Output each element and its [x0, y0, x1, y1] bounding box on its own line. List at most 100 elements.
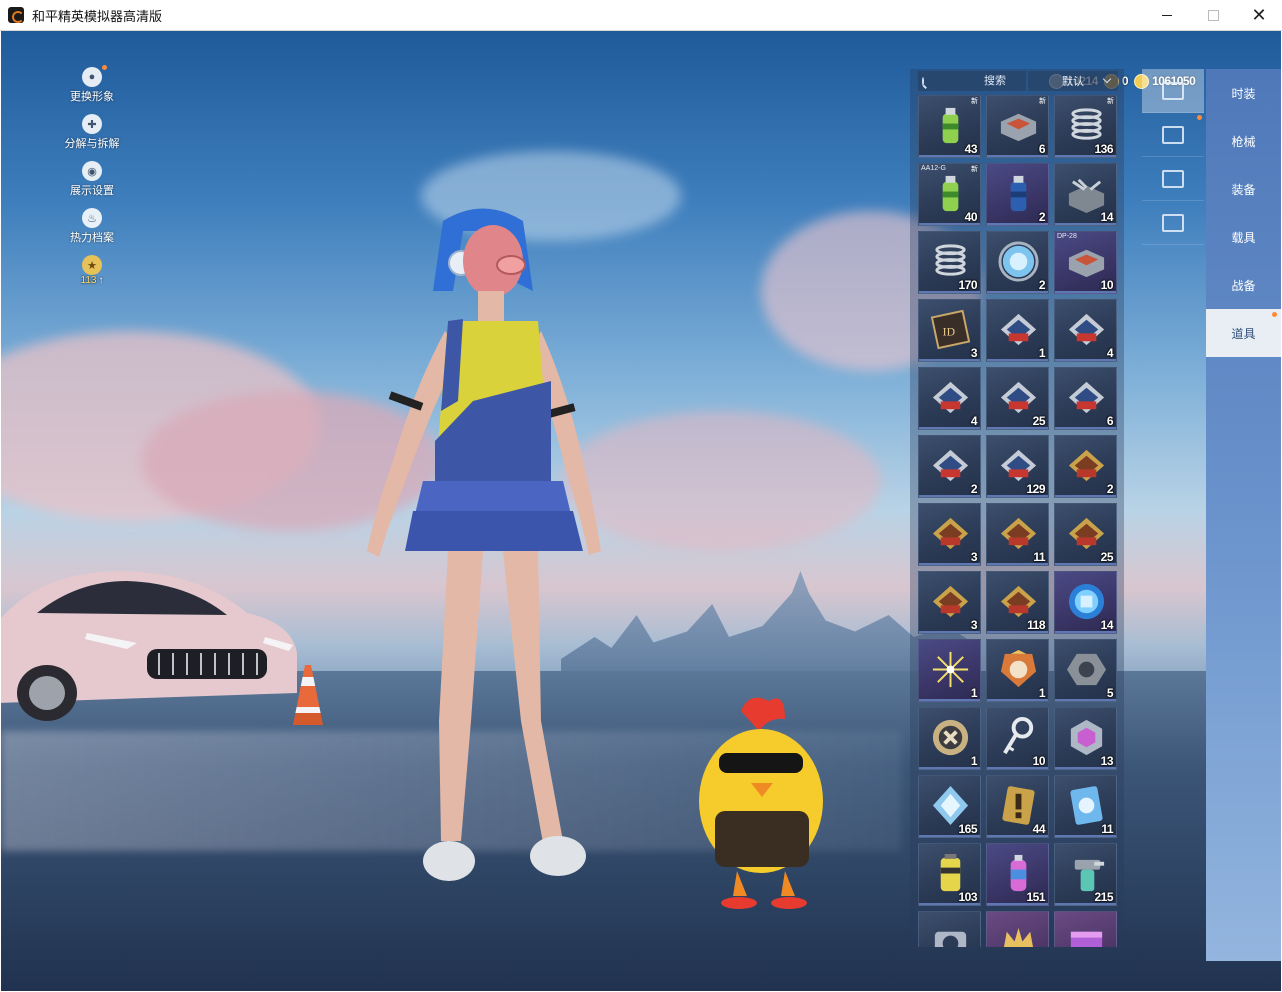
ticket-red-icon — [1000, 381, 1037, 414]
inventory-slot[interactable]: 4 — [1054, 299, 1117, 362]
inventory-slot[interactable]: 44 — [986, 775, 1049, 838]
inventory-slot[interactable]: 25 — [1054, 503, 1117, 566]
item-count: 3 — [970, 618, 978, 632]
notification-dot — [1197, 115, 1202, 120]
new-tag: 新 — [1107, 98, 1114, 105]
inventory-slot[interactable]: 1 — [986, 299, 1049, 362]
inventory-slot[interactable]: 2 — [1054, 435, 1117, 498]
puzzle-icon: ✚ — [82, 114, 102, 134]
spring-icon — [1071, 108, 1102, 140]
display-settings-item[interactable]: ◉ 展示设置 — [57, 161, 127, 198]
minimize-button[interactable] — [1144, 0, 1190, 31]
heat-profile-item[interactable]: ♨ 热力档案 — [57, 208, 127, 245]
inventory-slot[interactable]: 10 — [986, 707, 1049, 770]
chevron-down-icon — [1102, 74, 1112, 84]
inventory-slot[interactable]: 2 — [918, 435, 981, 498]
inventory-slot[interactable]: 4 — [918, 367, 981, 430]
crate-icon — [1000, 113, 1037, 142]
inventory-slot[interactable]: 11 — [986, 503, 1049, 566]
category-item[interactable]: 载具 — [1206, 213, 1281, 261]
level-row: 113 ↑ — [81, 275, 104, 286]
category-item[interactable]: 装备 — [1206, 165, 1281, 213]
inventory-slot[interactable]: 2 — [986, 231, 1049, 294]
inventory-slot[interactable]: 2 — [986, 163, 1049, 226]
level-badge[interactable]: ★ 113 ↑ — [57, 255, 127, 286]
item-count: 136 — [1094, 142, 1113, 156]
inventory-tab[interactable] — [1142, 157, 1204, 201]
inventory-slot[interactable]: 11 — [1054, 775, 1117, 838]
inventory-grid: 新 43 新 6 新 136 新 AA12-G 40 2 14 170 2 DP-28 10 ID 3 1 4 4 25… — [918, 95, 1124, 947]
app-icon — [8, 7, 24, 23]
inventory-slot[interactable]: 1 — [918, 707, 981, 770]
ticket-gold-icon — [1000, 517, 1037, 550]
inventory-slot[interactable]: 13 — [1054, 707, 1117, 770]
inventory-slot[interactable]: DP-28 10 — [1054, 231, 1117, 294]
inventory-slot[interactable] — [918, 911, 981, 947]
disassemble-item[interactable]: ✚ 分解与拆解 — [57, 114, 127, 151]
spring-icon — [935, 244, 966, 276]
id-card-icon: ID — [930, 309, 971, 350]
inventory-tab[interactable] — [1142, 201, 1204, 245]
inventory-tab[interactable] — [1142, 113, 1204, 157]
inventory-slot[interactable]: 129 — [986, 435, 1049, 498]
exclaim-card-icon — [1002, 786, 1035, 825]
inventory-slot[interactable]: 14 — [1054, 571, 1117, 634]
new-tag: 新 — [1039, 98, 1046, 105]
search-box[interactable] — [918, 71, 1066, 91]
inventory-slot[interactable]: 新6 — [986, 95, 1049, 158]
ticket-gold-icon — [932, 517, 969, 550]
window-titlebar: 和平精英模拟器高清版 ✕ — [0, 0, 1282, 31]
inventory-slot[interactable]: 165 — [918, 775, 981, 838]
menu-label: 更换形象 — [70, 91, 114, 103]
item-count: 40 — [964, 210, 978, 224]
inventory-slot[interactable]: 118 — [986, 571, 1049, 634]
inventory-slot[interactable]: 新 136 — [1054, 95, 1117, 158]
spray-can-icon — [942, 107, 959, 144]
inventory-slot[interactable]: ID 3 — [918, 299, 981, 362]
inventory-slot[interactable]: 3 — [918, 571, 981, 634]
item-count: 5 — [1106, 686, 1114, 700]
category-label: 载具 — [1231, 230, 1256, 245]
inventory-slot[interactable]: 3 — [918, 503, 981, 566]
maximize-button[interactable] — [1190, 0, 1236, 31]
inventory-slot[interactable]: 151 — [986, 843, 1049, 906]
category-item[interactable]: 道具 — [1206, 309, 1281, 357]
item-count: 11 — [1101, 822, 1113, 836]
inventory-tab[interactable] — [1142, 69, 1204, 113]
sort-label: 默认 — [1062, 76, 1084, 88]
sort-dropdown[interactable]: 默认 — [1028, 71, 1118, 91]
category-item[interactable]: 枪械 — [1206, 117, 1281, 165]
inventory-slot[interactable]: 1 — [918, 639, 981, 702]
inventory-slot[interactable]: 新 43 — [918, 95, 981, 158]
category-item[interactable]: 时装 — [1206, 69, 1281, 117]
change-appearance-item[interactable]: ● 更换形象 — [57, 65, 127, 104]
item-count: 44 — [1032, 822, 1046, 836]
inventory-slot[interactable] — [986, 911, 1049, 947]
canister-icon — [940, 853, 961, 892]
inventory-slot[interactable]: 1 — [986, 639, 1049, 702]
item-prefix: DP-28 — [1057, 233, 1077, 240]
level-value: 113 — [80, 275, 97, 286]
item-count: 1 — [1038, 346, 1046, 360]
category-item[interactable]: 战备 — [1206, 261, 1281, 309]
inventory-slot[interactable]: 103 — [918, 843, 981, 906]
item-prefix: AA12-G — [921, 165, 946, 172]
item-count: 6 — [1038, 142, 1046, 156]
inventory-slot[interactable]: 5 — [1054, 639, 1117, 702]
inventory-slot[interactable]: 170 — [918, 231, 981, 294]
item-count: 2 — [1038, 210, 1046, 224]
item-count: 25 — [1032, 414, 1046, 428]
svg-text:ID: ID — [943, 325, 955, 338]
inventory-slot[interactable]: 25 — [986, 367, 1049, 430]
eye-icon: ◉ — [82, 161, 102, 181]
inventory-header: 默认 — [918, 71, 1124, 93]
inventory-slot[interactable]: 215 — [1054, 843, 1117, 906]
chicken-pet — [699, 697, 823, 909]
inventory-slot[interactable] — [1054, 911, 1117, 947]
inventory-slot[interactable]: 14 — [1054, 163, 1117, 226]
window-close-button[interactable]: ✕ — [1236, 0, 1282, 31]
inventory-slot[interactable]: 6 — [1054, 367, 1117, 430]
inventory-slot[interactable]: 新 AA12-G 40 — [918, 163, 981, 226]
player-character — [367, 208, 601, 881]
orb-puzzle-icon — [1068, 583, 1105, 620]
